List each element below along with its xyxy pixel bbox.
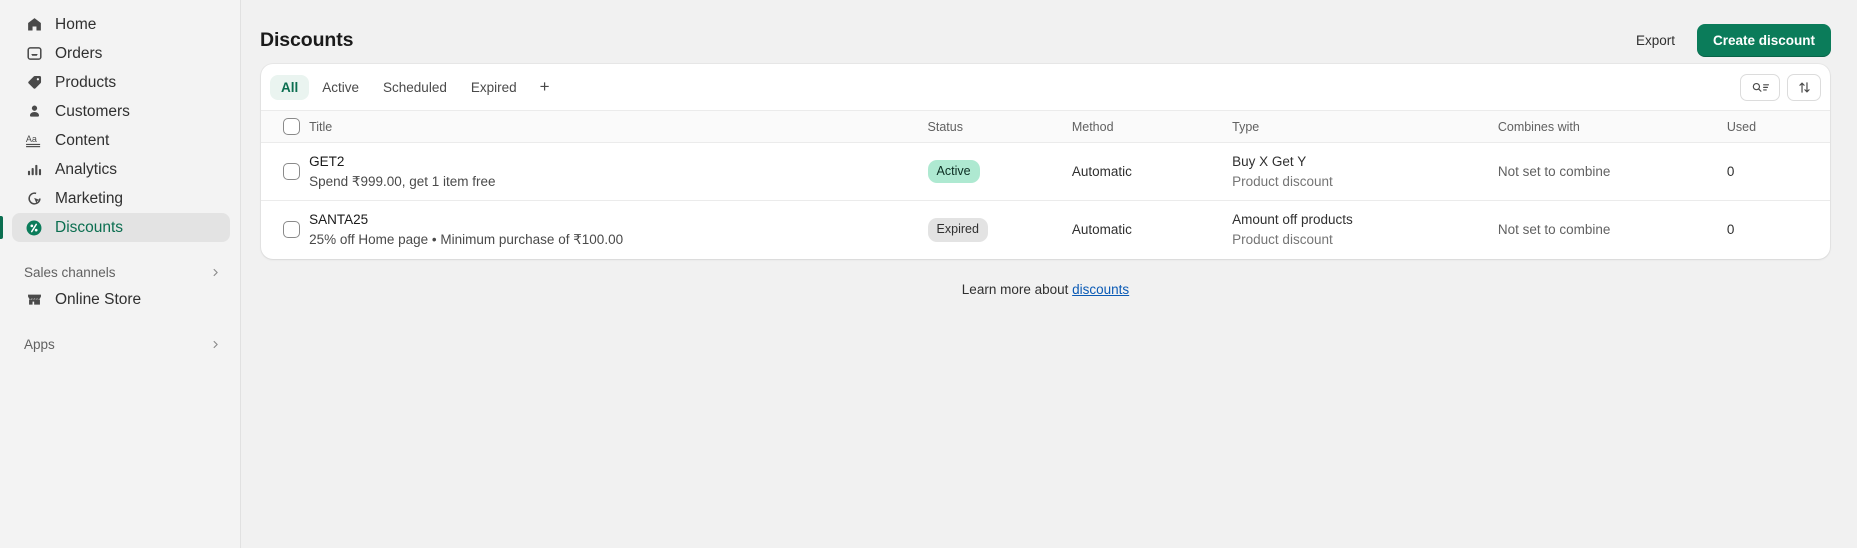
row-combines-cell: Not set to combine: [1497, 164, 1611, 179]
discount-type-sub: Product discount: [1232, 231, 1333, 247]
chevron-right-icon: [208, 265, 222, 279]
analytics-icon: [24, 160, 44, 180]
discount-type: Amount off products: [1232, 212, 1353, 228]
chevron-right-icon: [208, 337, 222, 351]
sales-channels-label: Sales channels: [24, 264, 116, 280]
column-header-title[interactable]: Title: [309, 110, 928, 143]
create-discount-button[interactable]: Create discount: [1696, 24, 1831, 57]
discount-subtitle: 25% off Home page • Minimum purchase of …: [309, 231, 624, 247]
sidebar-item-analytics[interactable]: Analytics: [12, 155, 230, 184]
sidebar-item-label: Orders: [55, 44, 103, 62]
sidebar-item-label: Content: [55, 131, 110, 149]
column-header-method[interactable]: Method: [1071, 110, 1233, 143]
row-select-cell: [261, 201, 309, 259]
sidebar-item-products[interactable]: Products: [12, 68, 230, 97]
row-method-cell: Automatic: [1071, 222, 1132, 238]
sidebar-item-home[interactable]: Home: [12, 10, 230, 39]
sidebar-item-label: Products: [55, 73, 117, 91]
orders-icon: [24, 44, 44, 64]
discount-title: SANTA25: [309, 212, 369, 228]
discount-icon: [24, 218, 44, 238]
row-select-cell: [261, 143, 309, 201]
table-header-row: Title Status Method Type Combines with U…: [261, 110, 1830, 143]
products-icon: [24, 73, 44, 93]
row-checkbox[interactable]: [283, 221, 300, 239]
filter-bar: All Active Scheduled Expired +: [261, 64, 1830, 110]
sidebar-item-label: Marketing: [55, 189, 124, 207]
main-content: Discounts Export Create discount All Act…: [241, 0, 1857, 548]
header-actions: Export Create discount: [1624, 24, 1831, 57]
table-row[interactable]: GET2 Spend ₹999.00, get 1 item free Acti…: [261, 143, 1830, 201]
tab-expired[interactable]: Expired: [460, 75, 528, 100]
customers-icon: [24, 102, 44, 122]
app-root: Home Orders Products Customers Aa Conten…: [0, 0, 1857, 548]
page-title: Discounts: [260, 29, 354, 51]
discounts-table: Title Status Method Type Combines with U…: [261, 110, 1830, 259]
sidebar-item-label: Home: [55, 15, 97, 33]
export-button[interactable]: Export: [1624, 26, 1687, 55]
status-badge: Expired: [927, 218, 988, 242]
row-used-cell: 0: [1726, 222, 1735, 238]
column-header-combines[interactable]: Combines with: [1497, 110, 1727, 143]
view-tabs: All Active Scheduled Expired +: [270, 74, 560, 100]
table-body: GET2 Spend ₹999.00, get 1 item free Acti…: [261, 143, 1830, 259]
discount-subtitle: Spend ₹999.00, get 1 item free: [309, 173, 496, 189]
row-status-cell: Expired: [927, 201, 1072, 259]
learn-more-text: Learn more about: [961, 281, 1069, 297]
page-header: Discounts Export Create discount: [241, 0, 1857, 62]
sidebar: Home Orders Products Customers Aa Conten…: [0, 0, 241, 548]
sidebar-item-customers[interactable]: Customers: [12, 97, 230, 126]
tab-scheduled[interactable]: Scheduled: [372, 75, 458, 100]
sidebar-item-label: Online Store: [55, 290, 142, 308]
tab-active[interactable]: Active: [311, 75, 370, 100]
sidebar-item-orders[interactable]: Orders: [12, 39, 230, 68]
table-row[interactable]: SANTA25 25% off Home page • Minimum purc…: [261, 201, 1830, 259]
content-icon: Aa: [24, 131, 44, 151]
discount-title: GET2: [309, 153, 345, 169]
discounts-card: All Active Scheduled Expired + Title Sta…: [261, 64, 1830, 259]
select-all-checkbox[interactable]: [283, 118, 300, 135]
tab-all[interactable]: All: [270, 74, 310, 100]
sidebar-item-online-store[interactable]: Online Store: [12, 285, 230, 314]
row-type-cell: Buy X Get Y Product discount: [1232, 143, 1498, 201]
sidebar-item-marketing[interactable]: Marketing: [12, 184, 230, 213]
sidebar-item-label: Customers: [55, 102, 130, 120]
sidebar-item-label: Discounts: [55, 218, 124, 236]
discount-type-sub: Product discount: [1232, 173, 1333, 189]
row-used-cell: 0: [1726, 164, 1735, 179]
select-all-header: [261, 110, 310, 143]
marketing-icon: [24, 189, 44, 209]
column-header-used[interactable]: Used: [1726, 110, 1830, 143]
status-badge: Active: [927, 159, 980, 184]
home-icon: [24, 15, 44, 35]
row-type-cell: Amount off products Product discount: [1232, 201, 1498, 259]
row-title-cell: GET2 Spend ₹999.00, get 1 item free: [309, 143, 927, 201]
column-header-status[interactable]: Status: [927, 110, 1072, 143]
table-tools: [1740, 73, 1821, 101]
column-header-type[interactable]: Type: [1232, 110, 1498, 143]
sidebar-item-label: Analytics: [55, 160, 118, 178]
sidebar-item-discounts[interactable]: Discounts: [0, 213, 230, 242]
row-title-cell: SANTA25 25% off Home page • Minimum purc…: [309, 201, 927, 259]
row-status-cell: Active: [927, 143, 1072, 201]
row-method-cell: Automatic: [1071, 164, 1132, 179]
discounts-help-link[interactable]: discounts: [1072, 282, 1129, 297]
row-combines-cell: Not set to combine: [1497, 222, 1611, 238]
row-checkbox[interactable]: [283, 163, 300, 180]
discount-type: Buy X Get Y: [1232, 153, 1307, 169]
table-head: Title Status Method Type Combines with U…: [261, 110, 1830, 143]
sidebar-section-sales-channels[interactable]: Sales channels: [12, 259, 230, 285]
apps-label: Apps: [24, 336, 55, 352]
sort-button[interactable]: [1787, 73, 1821, 101]
search-filter-button[interactable]: [1740, 73, 1780, 101]
sidebar-section-apps[interactable]: Apps: [12, 331, 230, 357]
svg-text:Aa: Aa: [26, 134, 37, 144]
add-view-button[interactable]: +: [530, 76, 560, 99]
learn-more-footer: Learn more about discounts: [241, 259, 1850, 297]
online-store-icon: [24, 290, 44, 310]
sidebar-item-content[interactable]: Aa Content: [12, 126, 230, 155]
